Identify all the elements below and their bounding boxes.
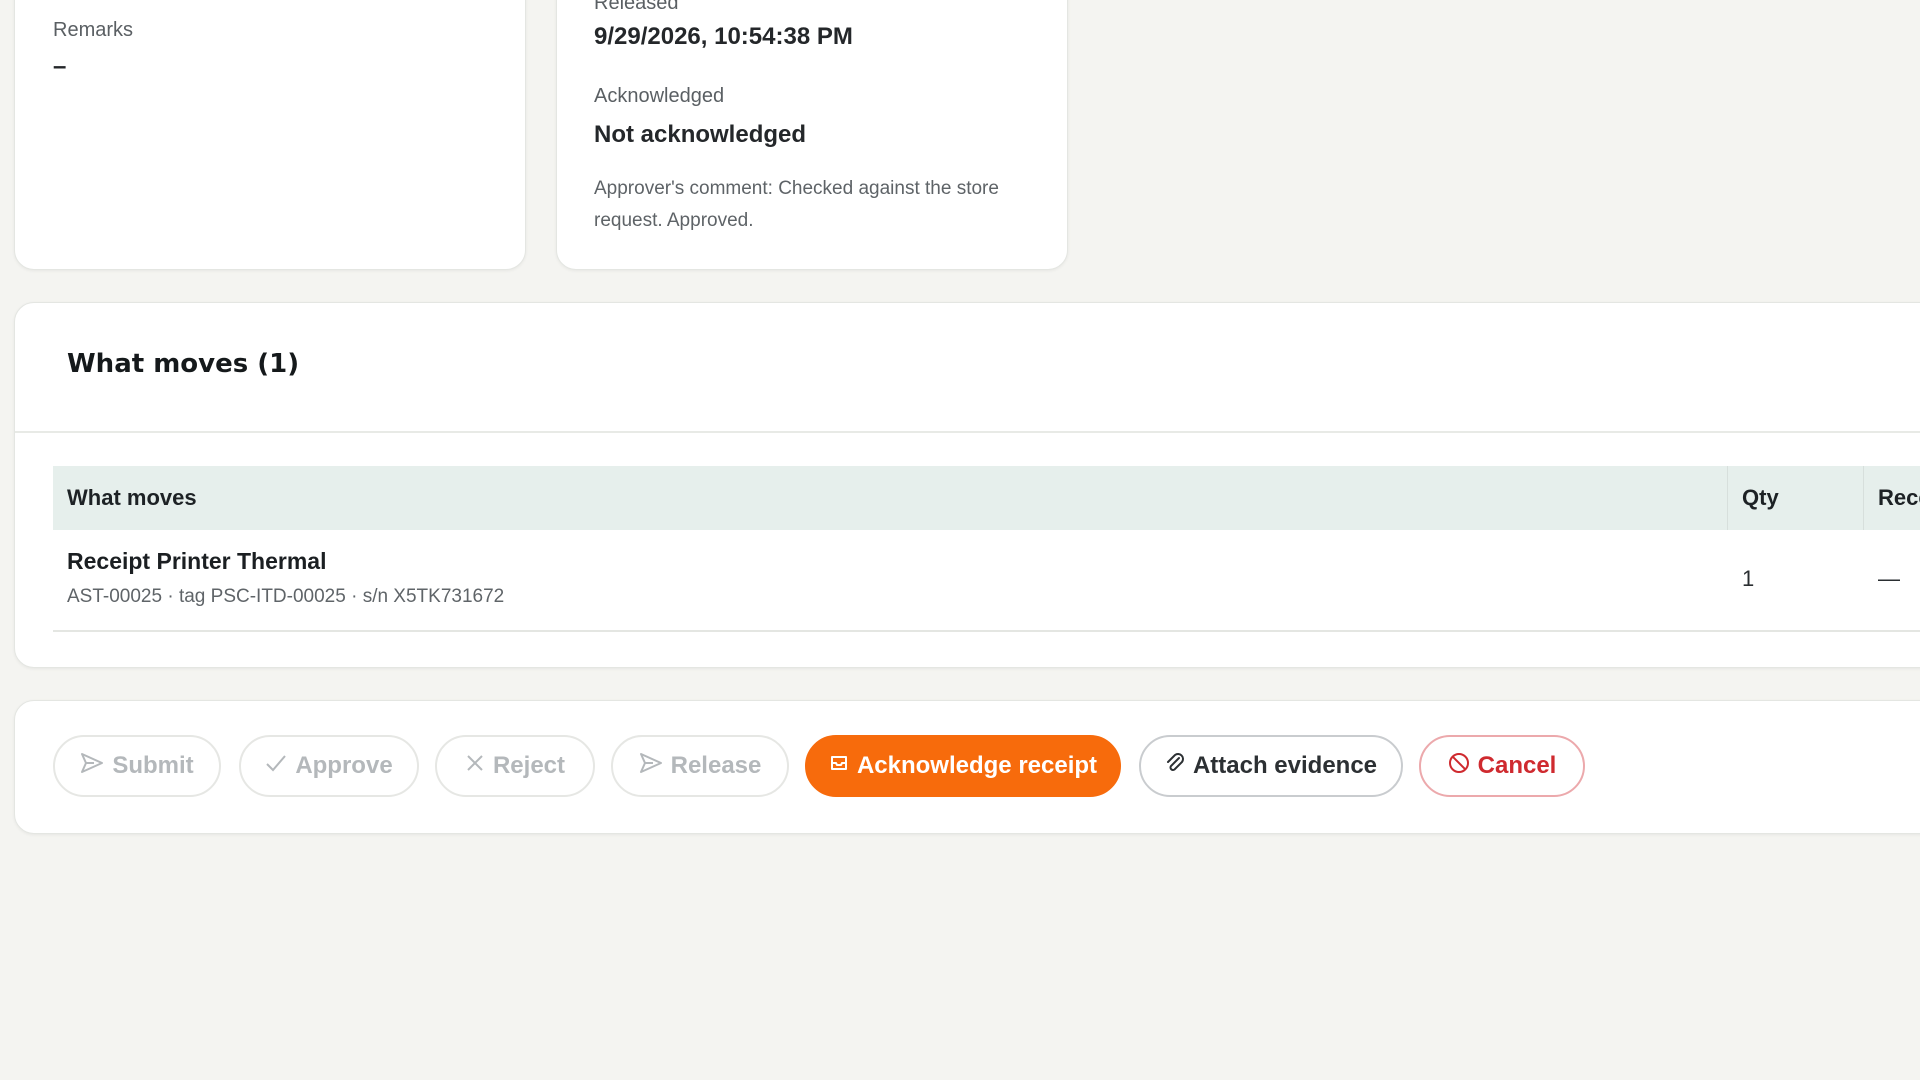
remarks-value: – xyxy=(53,53,67,80)
acknowledge-receipt-button[interactable]: Acknowledge receipt xyxy=(805,735,1121,797)
cancel-button[interactable]: Cancel xyxy=(1419,735,1585,797)
attach-label: Attach evidence xyxy=(1192,752,1378,779)
divider xyxy=(15,431,1920,433)
check-icon xyxy=(265,753,287,779)
attach-evidence-button[interactable]: Attach evidence xyxy=(1139,735,1403,797)
column-header-received[interactable]: Received xyxy=(1878,466,1920,530)
send-icon xyxy=(639,752,663,780)
send-icon xyxy=(80,752,104,780)
section-title: What moves (1) xyxy=(67,349,300,379)
table-row[interactable]: Receipt Printer Thermal AST-00025 · tag … xyxy=(53,530,1920,632)
what-moves-section: What moves (1) What moves Qty Received R… xyxy=(14,302,1920,668)
release-label: Release xyxy=(670,752,762,779)
ban-icon xyxy=(1448,752,1470,780)
release-button[interactable]: Release xyxy=(611,735,789,797)
remarks-label: Remarks xyxy=(53,19,134,41)
column-separator xyxy=(1727,466,1728,530)
item-meta: AST-00025 · tag PSC-ITD-00025 · s/n X5TK… xyxy=(67,586,505,607)
details-card-status: Released 9/29/2026, 10:54:38 PM Acknowle… xyxy=(556,0,1068,270)
released-value: 9/29/2026, 10:54:38 PM xyxy=(594,23,853,50)
released-label: Released xyxy=(594,0,679,14)
acknowledge-label: Acknowledge receipt xyxy=(856,752,1098,779)
reject-label: Reject xyxy=(492,752,566,779)
acknowledged-label: Acknowledged xyxy=(594,85,725,107)
details-card-left: Remarks – xyxy=(14,0,526,270)
table-header: What moves Qty Received xyxy=(53,466,1920,530)
acknowledged-value: Not acknowledged xyxy=(594,121,807,148)
reject-button[interactable]: Reject xyxy=(435,735,595,797)
column-header-qty[interactable]: Qty xyxy=(1742,466,1779,530)
inbox-icon xyxy=(829,753,849,779)
moves-table: What moves Qty Received Receipt Printer … xyxy=(53,466,1920,632)
x-icon xyxy=(465,753,485,779)
approve-button[interactable]: Approve xyxy=(239,735,419,797)
submit-label: Submit xyxy=(112,752,194,779)
approve-label: Approve xyxy=(295,752,393,779)
submit-button[interactable]: Submit xyxy=(53,735,221,797)
column-separator xyxy=(1863,466,1864,530)
item-name: Receipt Printer Thermal xyxy=(67,548,327,574)
item-qty: 1 xyxy=(1742,566,1755,591)
actions-bar: Submit Approve Reject Release Acknowledg… xyxy=(14,700,1920,834)
paperclip-icon xyxy=(1165,752,1185,780)
column-header-item[interactable]: What moves xyxy=(67,466,197,530)
approver-comment: Approver's comment: Checked against the … xyxy=(594,178,999,231)
item-received: — xyxy=(1878,566,1900,591)
cancel-label: Cancel xyxy=(1477,752,1557,779)
